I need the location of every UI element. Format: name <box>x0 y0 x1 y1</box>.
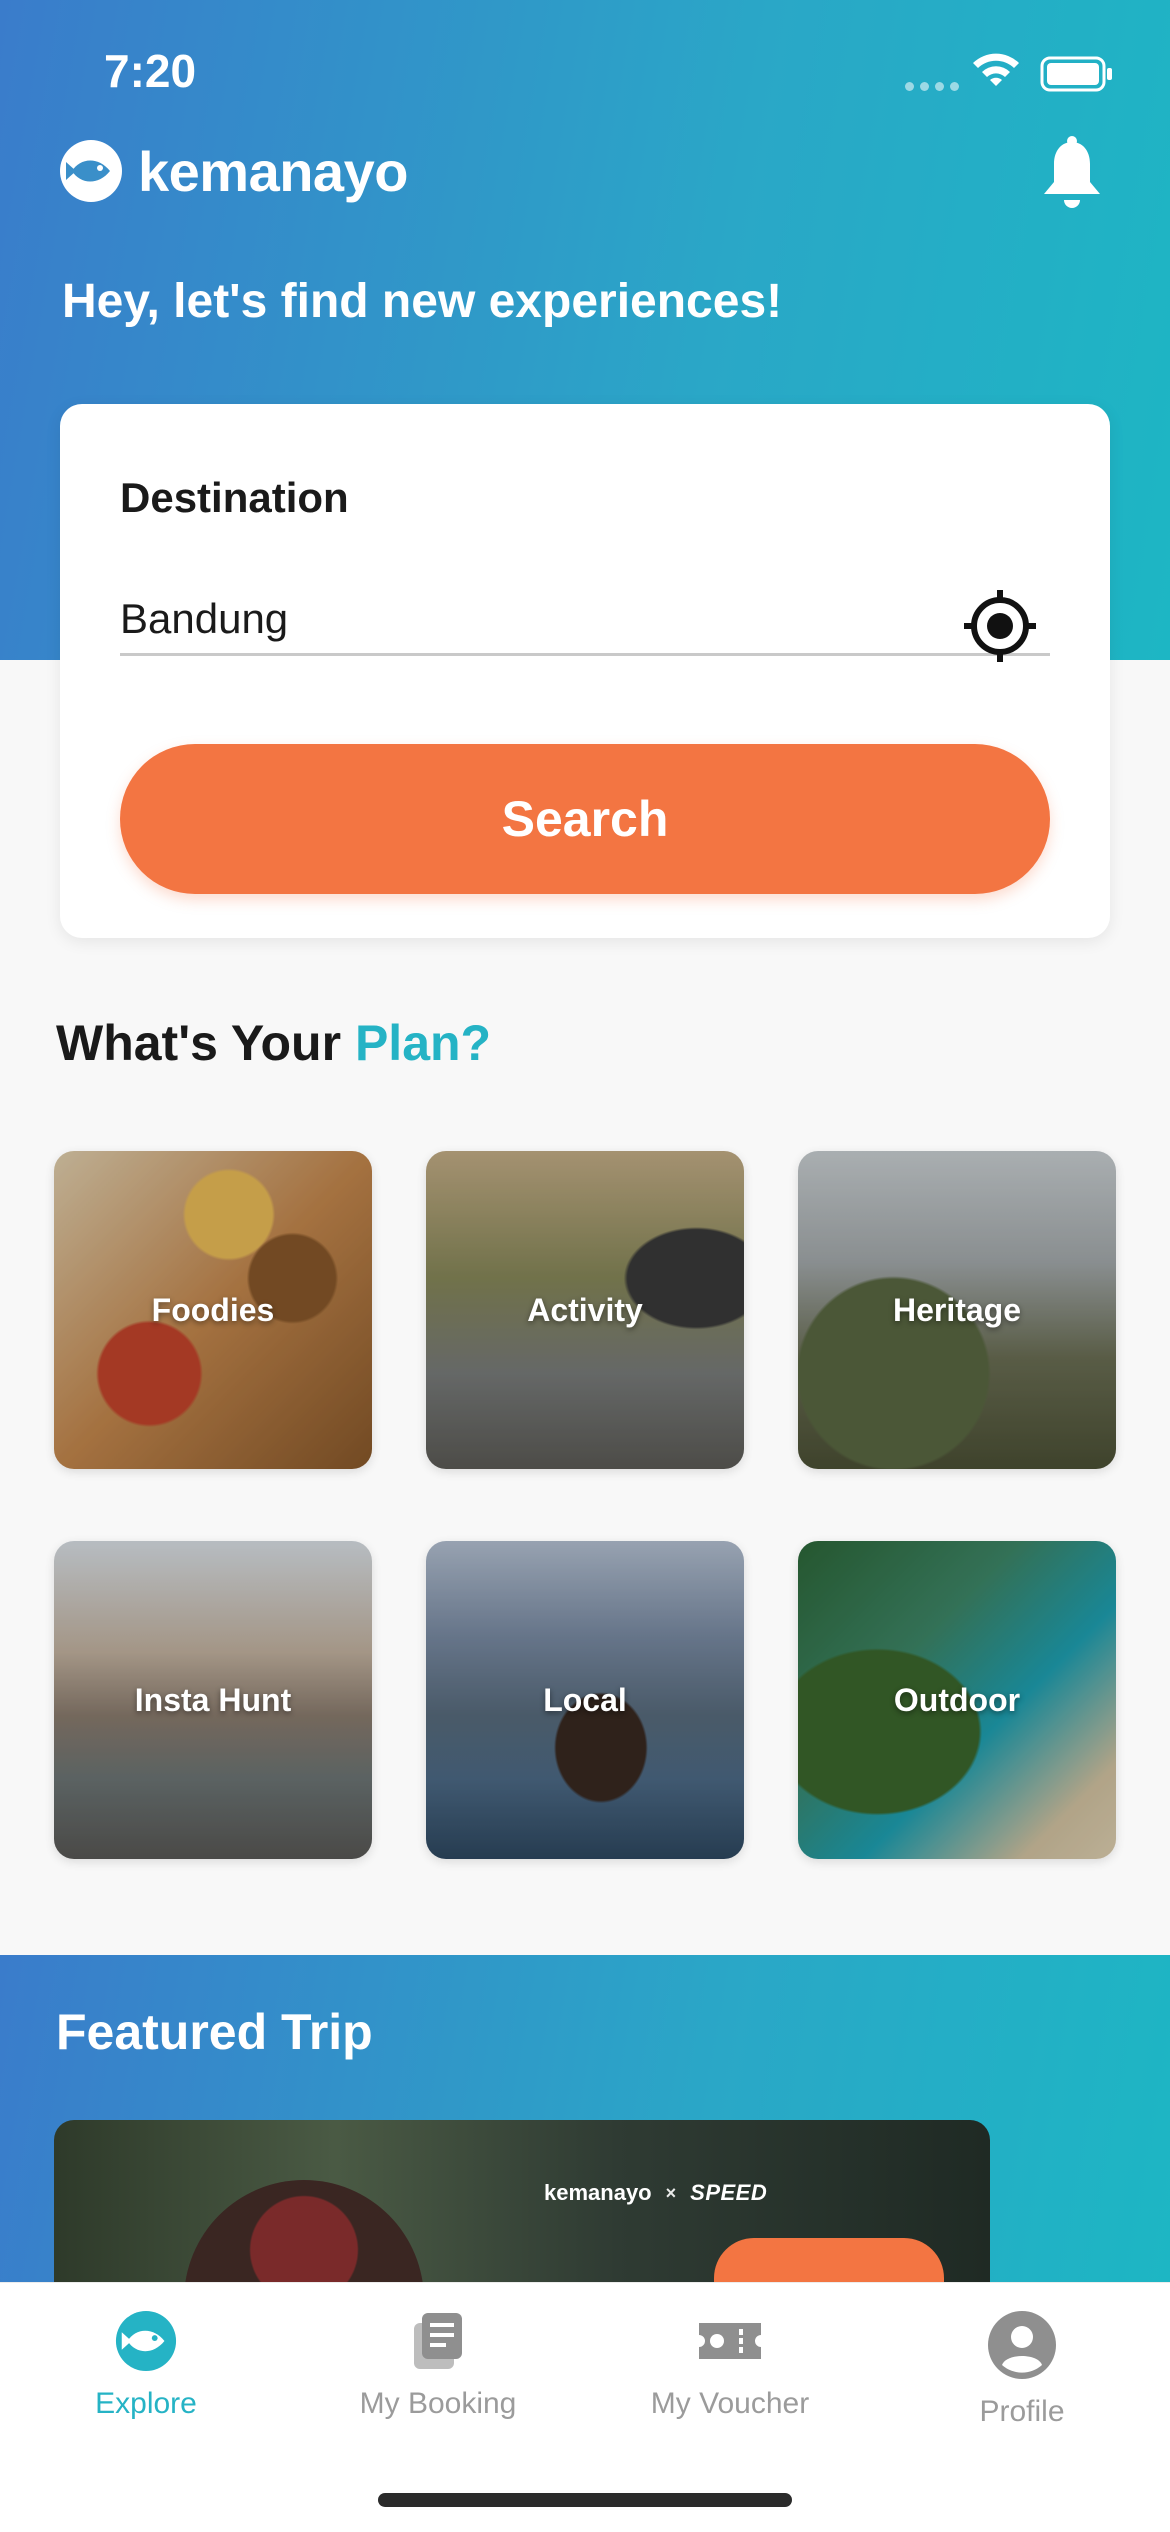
featured-trip-logos: kemanayo × SPEED <box>544 2180 767 2206</box>
battery-icon <box>1040 56 1112 92</box>
plan-section-title: What's Your Plan? <box>56 1014 491 1072</box>
category-label: Foodies <box>151 1291 275 1328</box>
tab-label: My Voucher <box>650 2387 810 2420</box>
profile-icon <box>988 2311 1056 2379</box>
category-label: Insta Hunt <box>134 1681 292 1718</box>
fish-logo-icon <box>115 2310 177 2372</box>
tab-label: My Booking <box>359 2387 517 2420</box>
booking-document-icon <box>414 2313 462 2369</box>
brand-name: kemanayo <box>138 139 408 203</box>
destination-input[interactable] <box>120 584 1050 656</box>
tab-label: Explore <box>95 2387 197 2420</box>
search-button[interactable]: Search <box>120 744 1050 894</box>
status-time: 7:20 <box>104 45 197 97</box>
search-card: Destination Search <box>60 404 1110 938</box>
category-label: Activity <box>527 1291 643 1328</box>
destination-label: Destination <box>120 474 349 521</box>
tab-profile[interactable]: Profile <box>876 2283 1168 2453</box>
status-bar: 7:20 <box>0 0 1170 150</box>
wifi-icon <box>973 53 1019 86</box>
tab-my-voucher[interactable]: My Voucher <box>584 2283 876 2453</box>
cellular-signal-icon <box>905 82 959 91</box>
featured-separator: × <box>665 2182 677 2203</box>
category-foodies[interactable]: Foodies <box>54 1151 372 1469</box>
app-logo: kemanayo <box>58 138 408 204</box>
greeting-text: Hey, let's find new experiences! <box>62 275 783 328</box>
category-insta-hunt[interactable]: Insta Hunt <box>54 1541 372 1859</box>
plan-title-prefix: What's Your <box>56 1015 355 1071</box>
tab-my-booking[interactable]: My Booking <box>292 2283 584 2453</box>
plan-title-accent: Plan? <box>354 1015 492 1071</box>
featured-trip-section: Featured Trip kemanayo × SPEED <box>0 1955 1170 2310</box>
featured-trip-title: Featured Trip <box>56 2004 373 2060</box>
category-activity[interactable]: Activity <box>426 1151 744 1469</box>
category-local[interactable]: Local <box>426 1541 744 1859</box>
tab-label: Profile <box>979 2395 1065 2428</box>
category-label: Outdoor <box>893 1681 1021 1718</box>
current-location-icon[interactable] <box>960 586 1040 666</box>
category-label: Heritage <box>892 1291 1022 1328</box>
category-label: Local <box>543 1681 627 1718</box>
featured-partner: SPEED <box>690 2180 768 2205</box>
category-heritage[interactable]: Heritage <box>798 1151 1116 1469</box>
featured-brand: kemanayo <box>544 2180 652 2205</box>
home-indicator[interactable] <box>378 2493 792 2507</box>
ticket-icon <box>699 2323 761 2359</box>
tab-explore[interactable]: Explore <box>0 2283 292 2453</box>
category-outdoor[interactable]: Outdoor <box>798 1541 1116 1859</box>
notification-bell-icon[interactable] <box>1036 136 1108 216</box>
fish-logo-icon <box>60 140 122 202</box>
